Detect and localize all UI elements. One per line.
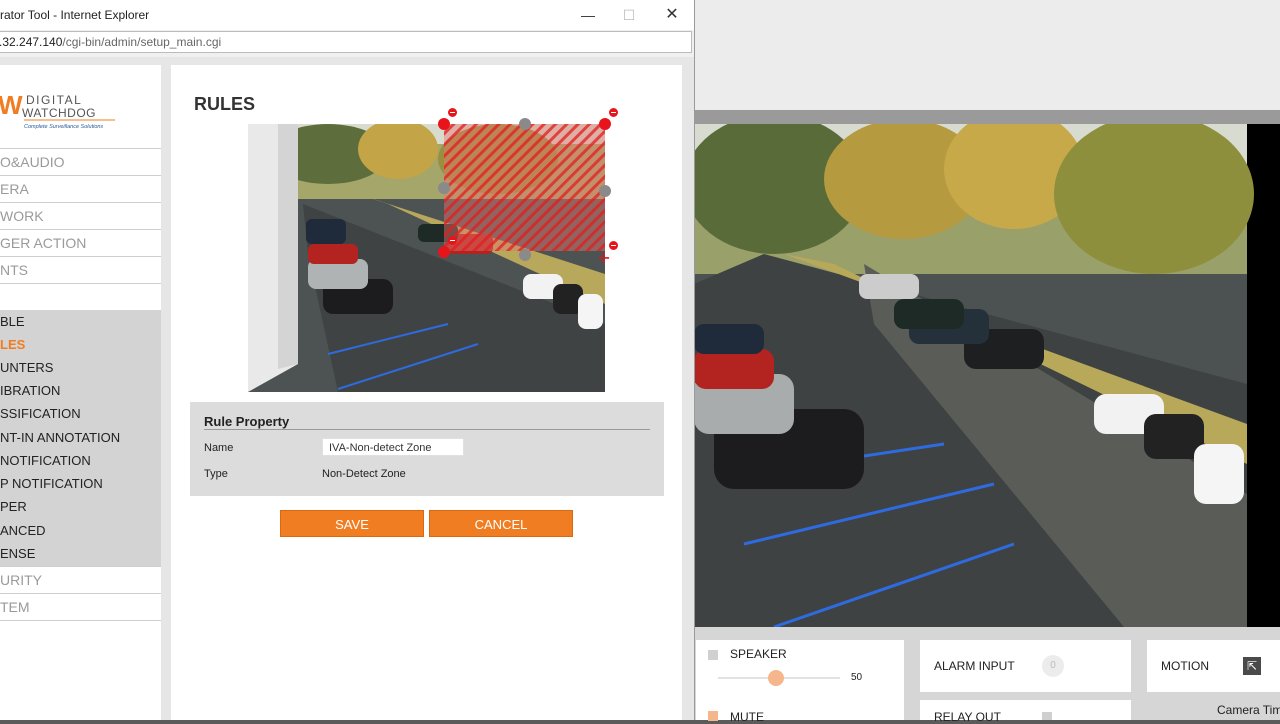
submenu-item-advanced[interactable]: ANCED [0, 523, 46, 538]
alarm-input-card: ALARM INPUT 0 [920, 640, 1131, 692]
submenu-item-rules[interactable]: LES [0, 337, 25, 352]
nav-item-network[interactable]: WORK [0, 203, 161, 230]
camera-time-label: Camera Tim [1217, 703, 1280, 717]
submenu-item-enable[interactable]: BLE [0, 314, 25, 329]
rule-preview-image[interactable] [248, 124, 605, 392]
logo-tagline: Complete Surveillance Solutions [24, 124, 103, 130]
nav-item-security[interactable]: URITY [0, 567, 161, 594]
running-person-icon: ⇱ [1243, 657, 1261, 675]
nav-item-trigger-action[interactable]: GER ACTION [0, 230, 161, 257]
remove-point-icon[interactable] [448, 108, 457, 117]
zone-edge-handle[interactable] [438, 182, 450, 194]
nav-item-system[interactable]: TEM [0, 594, 161, 621]
alarm-input-count: 0 [1042, 655, 1064, 677]
zone-edge-handle[interactable] [519, 249, 531, 261]
browser-window: rator Tool - Internet Explorer — ☐ ✕ .32… [0, 0, 695, 720]
submenu-item-notification[interactable]: NOTIFICATION [0, 453, 91, 468]
address-text: .32.247.140/cgi-bin/admin/setup_main.cgi [0, 35, 221, 49]
non-detect-zone [444, 124, 605, 251]
move-cursor-icon: ✛ [598, 250, 610, 266]
rule-property-heading: Rule Property [204, 414, 290, 429]
type-value: Non-Detect Zone [322, 468, 406, 480]
title-bar: rator Tool - Internet Explorer — ☐ ✕ [0, 0, 694, 30]
address-path: /cgi-bin/admin/setup_main.cgi [62, 35, 222, 49]
nav-item-camera[interactable]: ERA [0, 176, 161, 203]
speaker-volume-thumb[interactable] [768, 670, 784, 686]
logo-mark: W DIGITAL WATCHDOG Complete Surveillance… [0, 90, 115, 130]
nav-item-video-audio[interactable]: O&AUDIO [0, 149, 161, 176]
speaker-checkbox[interactable] [708, 650, 718, 660]
submenu-item-tamper[interactable]: PER [0, 499, 27, 514]
alarm-input-label: ALARM INPUT [934, 659, 1015, 673]
rule-property-divider [204, 429, 650, 430]
zone-corner-handle[interactable] [438, 246, 450, 258]
mute-label: MUTE [730, 710, 764, 724]
zone-edge-handle[interactable] [599, 185, 611, 197]
preview-scene [248, 124, 605, 392]
close-icon[interactable]: ✕ [650, 2, 694, 28]
digital-watchdog-logo: W DIGITAL WATCHDOG Complete Surveillance… [0, 90, 130, 132]
speaker-volume-value: 50 [851, 672, 863, 683]
submenu-item-counters[interactable]: UNTERS [0, 360, 53, 375]
logo-brand-bottom: WATCHDOG [22, 106, 96, 120]
zone-corner-handle[interactable] [438, 118, 450, 130]
zone-corner-handle[interactable] [599, 118, 611, 130]
zone-edge-handle[interactable] [519, 118, 531, 130]
logo-letter: W [0, 90, 23, 120]
live-video[interactable] [684, 109, 1280, 629]
motion-card: MOTION ⇱ [1147, 640, 1280, 692]
address-bar[interactable]: .32.247.140/cgi-bin/admin/setup_main.cgi [0, 31, 692, 53]
submenu-item-http-notification[interactable]: P NOTIFICATION [0, 476, 103, 491]
cancel-button[interactable]: CANCEL [429, 510, 573, 537]
name-label: Name [204, 442, 234, 454]
speaker-label: SPEAKER [730, 647, 787, 661]
maximize-icon[interactable]: ☐ [607, 2, 651, 28]
nav-item-events[interactable]: NTS [0, 257, 161, 284]
submenu-item-license[interactable]: ENSE [0, 546, 35, 561]
minimize-icon[interactable]: — [566, 2, 610, 28]
window-title: rator Tool - Internet Explorer [0, 8, 150, 22]
rule-name-input[interactable]: IVA-Non-detect Zone [322, 438, 464, 456]
page-title: RULES [194, 94, 256, 114]
save-button[interactable]: SAVE [280, 510, 424, 537]
relay-out-label: RELAY OUT [934, 710, 1001, 724]
submenu-item-burnt-in-annotation[interactable]: NT-IN ANNOTATION [0, 430, 120, 445]
relay-out-toggle[interactable] [1042, 712, 1052, 720]
live-view-toolbar [694, 110, 1280, 124]
live-view-header [694, 0, 1280, 110]
submenu-item-calibration[interactable]: IBRATION [0, 383, 60, 398]
live-video-scene [684, 109, 1254, 629]
mute-card: MUTE [696, 700, 904, 724]
remove-point-icon[interactable] [609, 241, 618, 250]
remove-point-icon[interactable] [609, 108, 618, 117]
address-host: .32.247.140 [0, 35, 63, 49]
submenu-item-classification[interactable]: SSIFICATION [0, 406, 81, 421]
motion-label: MOTION [1161, 659, 1209, 673]
logo-brand-top: DIGITAL [26, 93, 82, 107]
live-view-app: SPEAKER 50 ALARM INPUT 0 MOTION ⇱ MUTE R… [684, 0, 1280, 724]
type-label: Type [204, 468, 228, 480]
relay-out-card: RELAY OUT [920, 700, 1131, 724]
remove-point-icon[interactable] [448, 236, 457, 245]
